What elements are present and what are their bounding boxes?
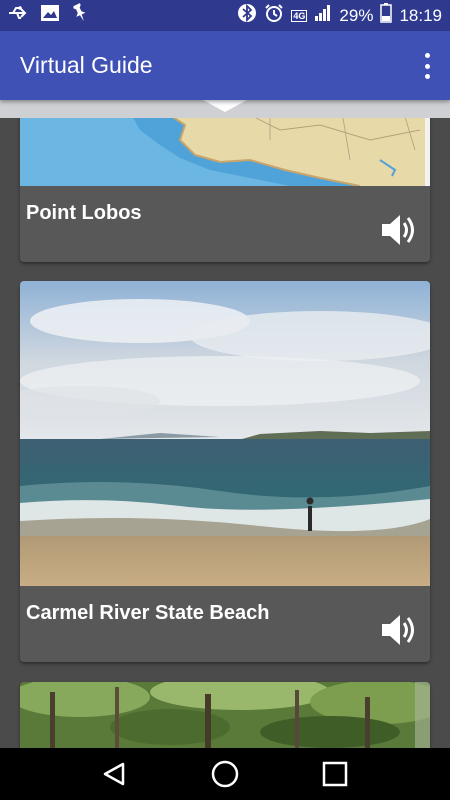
image-icon (40, 4, 60, 27)
pull-down-handle[interactable] (0, 100, 450, 118)
app-title: Virtual Guide (20, 52, 153, 78)
speaker-icon[interactable] (380, 212, 418, 248)
overflow-menu-icon[interactable] (422, 53, 432, 79)
speaker-icon[interactable] (380, 612, 418, 648)
card-title: Carmel River State Beach (26, 602, 270, 624)
card-footer: Point Lobos (20, 186, 430, 262)
back-icon[interactable] (95, 754, 135, 794)
clock: 18:19 (399, 5, 442, 25)
home-icon[interactable] (205, 754, 245, 794)
card-footer: Carmel River State Beach (20, 586, 430, 662)
navigation-bar (0, 748, 450, 800)
alarm-icon (264, 3, 284, 28)
battery-icon (380, 3, 393, 28)
battery-percent: 29% (339, 5, 374, 25)
card-title: Point Lobos (26, 202, 142, 224)
location-card[interactable]: Carmel River State Beach (20, 281, 430, 662)
beach-photo (20, 281, 430, 586)
forest-photo (20, 682, 430, 752)
usb-icon (8, 4, 28, 27)
location-card[interactable] (20, 682, 430, 752)
chevron-down-icon (203, 100, 247, 112)
location-card[interactable]: Point Lobos (20, 100, 430, 262)
recents-icon[interactable] (315, 754, 355, 794)
pin-icon (72, 3, 88, 28)
network-type: 4G (291, 9, 308, 22)
status-bar: 4G 29% 18:19 (0, 0, 450, 31)
bluetooth-icon (237, 3, 257, 28)
app-bar: Virtual Guide (0, 31, 450, 100)
signal-icon (314, 4, 332, 27)
